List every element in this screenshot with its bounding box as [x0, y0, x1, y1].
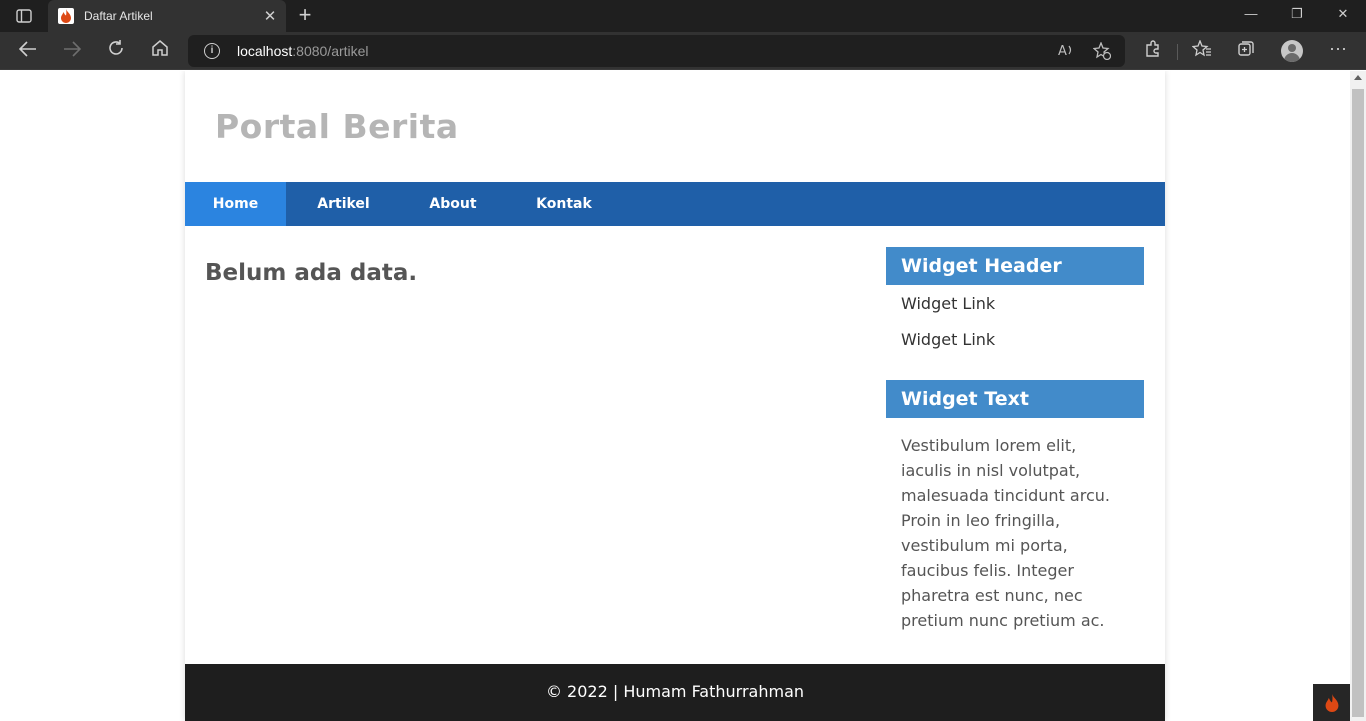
widget-link[interactable]: Widget Link — [901, 330, 995, 349]
nav-item-kontak[interactable]: Kontak — [519, 182, 609, 226]
site-info-icon[interactable]: i — [204, 43, 220, 59]
scroll-thumb[interactable] — [1352, 89, 1364, 717]
address-bar[interactable]: i localhost:8080/artikel A — [188, 35, 1125, 67]
main-nav: Home Artikel About Kontak — [185, 182, 1165, 226]
extensions-icon[interactable] — [1141, 40, 1165, 62]
page-container: Portal Berita Home Artikel About Kontak … — [185, 71, 1165, 721]
more-options-icon[interactable]: ··· — [1326, 38, 1350, 60]
minimize-button[interactable]: — — [1236, 6, 1266, 21]
home-button[interactable] — [146, 38, 174, 64]
close-window-button[interactable]: ✕ — [1328, 6, 1358, 22]
site-footer: © 2022 | Humam Fathurrahman — [185, 664, 1165, 721]
browser-tab-active[interactable]: Daftar Artikel ✕ — [48, 0, 286, 32]
widget-text-header: Widget Text — [886, 380, 1144, 418]
widget-header: Widget Header — [886, 247, 1144, 285]
favorites-icon[interactable] — [1190, 39, 1214, 62]
vertical-scrollbar[interactable] — [1350, 71, 1366, 721]
tab-close-icon[interactable]: ✕ — [260, 7, 280, 25]
widget-text-body: Vestibulum lorem elit, iaculis in nisl v… — [901, 436, 1110, 630]
site-header: Portal Berita — [185, 71, 1165, 182]
back-button[interactable] — [14, 38, 42, 64]
nav-item-home[interactable]: Home — [185, 182, 286, 226]
tab-actions-icon[interactable] — [10, 6, 38, 26]
read-aloud-icon[interactable]: A — [1058, 42, 1076, 62]
new-tab-button[interactable]: + — [292, 3, 318, 29]
browser-tab-bar: Daftar Artikel ✕ + — ❐ ✕ — [0, 0, 1366, 32]
site-title: Portal Berita — [215, 107, 459, 146]
svg-text:A: A — [1058, 44, 1067, 58]
forward-button[interactable] — [58, 38, 86, 64]
toolbar-divider — [1177, 44, 1178, 60]
empty-message: Belum ada data. — [205, 260, 418, 286]
refresh-button[interactable] — [102, 38, 130, 64]
profile-avatar[interactable] — [1281, 40, 1303, 62]
url-text[interactable]: localhost:8080/artikel — [237, 43, 369, 59]
scroll-up-arrow-icon[interactable] — [1354, 75, 1362, 80]
debug-toolbar-button[interactable] — [1313, 684, 1350, 721]
codeigniter-flame-icon — [1325, 693, 1338, 712]
widget-link[interactable]: Widget Link — [901, 294, 995, 313]
collections-icon[interactable] — [1234, 40, 1258, 62]
add-favorite-icon[interactable] — [1092, 41, 1112, 64]
codeigniter-favicon-icon — [58, 8, 74, 24]
nav-item-artikel[interactable]: Artikel — [301, 182, 386, 226]
browser-toolbar: i localhost:8080/artikel A ··· — [0, 32, 1366, 70]
tab-title: Daftar Artikel — [84, 9, 153, 23]
restore-button[interactable]: ❐ — [1282, 6, 1312, 22]
page-viewport: Portal Berita Home Artikel About Kontak … — [0, 71, 1350, 721]
nav-item-about[interactable]: About — [411, 182, 495, 226]
